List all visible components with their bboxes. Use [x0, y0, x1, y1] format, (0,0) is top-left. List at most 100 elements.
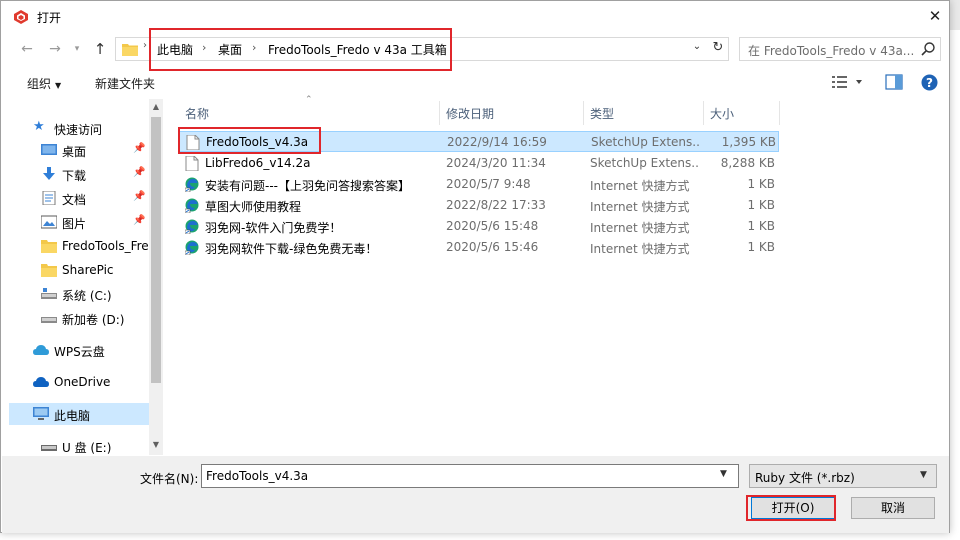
file-row[interactable]: 草图大师使用教程 2022/8/22 17:33 Internet 快捷方式 1… [179, 195, 779, 216]
file-type: Internet 快捷方式 [590, 242, 690, 256]
nav-item-downloads[interactable]: 下载 📌 [9, 163, 149, 185]
back-button[interactable]: ← [19, 39, 35, 59]
file-row[interactable]: FredoTools_v4.3a 2022/9/14 16:59 SketchU… [179, 131, 779, 152]
nav-item-fredotools-folder[interactable]: FredoTools_Fre [9, 235, 149, 257]
nav-item-label: 桌面 [62, 145, 87, 159]
organize-button[interactable]: 组织 ▼ [27, 75, 61, 92]
nav-item-desktop[interactable]: 桌面 📌 [9, 139, 149, 161]
file-row[interactable]: 羽免网软件下载-绿色免费无毒！ 2020/5/6 15:46 Internet … [179, 237, 779, 258]
address-bar[interactable]: › 此电脑 › 桌面 › FredoTools_Fredo v 43a 工具箱 … [115, 37, 729, 61]
nav-item-label: SharePic [62, 263, 114, 277]
new-folder-button[interactable]: 新建文件夹 [95, 75, 155, 92]
file-name: 羽免网-软件入门免费学！ [205, 221, 342, 235]
column-header-type[interactable]: 类型 [590, 105, 614, 122]
nav-item-quick-access[interactable]: ★ 快速访问 [9, 117, 149, 139]
file-size: 8,288 KB [720, 156, 775, 170]
column-divider[interactable] [703, 101, 704, 125]
file-row[interactable]: 安装有问题---【上羽免问答搜索答案】 2020/5/7 9:48 Intern… [179, 174, 779, 195]
breadcrumb-separator[interactable]: › [143, 40, 147, 51]
filename-input[interactable]: FredoTools_v4.3a ▼ [201, 464, 739, 488]
search-icon[interactable] [920, 41, 936, 57]
sort-ascending-icon: ⌃ [305, 95, 313, 105]
document-icon [42, 191, 56, 205]
chevron-down-icon: ▾ [74, 44, 80, 54]
open-button[interactable]: 打开(O) [751, 497, 835, 519]
column-divider[interactable] [439, 101, 440, 125]
file-name: LibFredo6_v14.2a [205, 156, 311, 170]
nav-item-drive-c[interactable]: 系统 (C:) [9, 283, 149, 305]
scrollbar-thumb[interactable] [151, 117, 161, 383]
chevron-down-icon[interactable]: ▼ [720, 469, 727, 479]
folder-icon [41, 240, 57, 253]
arrow-up-icon: ↑ [93, 40, 107, 58]
view-options-icon[interactable] [831, 73, 865, 91]
nav-item-documents[interactable]: 文档 📌 [9, 187, 149, 209]
preview-pane-icon[interactable] [885, 74, 903, 90]
nav-item-drive-d[interactable]: 新加卷 (D:) [9, 307, 149, 329]
recent-locations-button[interactable]: ▾ [71, 39, 83, 59]
pin-icon[interactable]: 📌 [133, 191, 145, 202]
file-icon [185, 156, 199, 171]
column-header-name[interactable]: 名称 [185, 105, 209, 122]
address-history-dropdown[interactable]: ⌄ [690, 41, 704, 52]
refresh-icon[interactable]: ↻ [710, 40, 726, 55]
chevron-down-icon: ▼ [920, 470, 927, 480]
folder-icon [41, 264, 57, 277]
nav-item-label: 新加卷 (D:) [62, 313, 125, 327]
breadcrumb-separator[interactable]: › [202, 41, 206, 54]
file-date: 2022/8/22 17:33 [446, 198, 546, 212]
file-type-filter-select[interactable]: Ruby 文件 (*.rbz) ▼ [749, 464, 937, 488]
breadcrumb-current-folder[interactable]: FredoTools_Fredo v 43a 工具箱 [268, 41, 447, 58]
breadcrumb-desktop[interactable]: 桌面 [218, 41, 242, 58]
file-date: 2024/3/20 11:34 [446, 156, 546, 170]
nav-item-label: 文档 [62, 193, 87, 207]
nav-item-label: 图片 [62, 217, 87, 231]
help-icon[interactable]: ? [921, 74, 938, 91]
filter-value: Ruby 文件 (*.rbz) [755, 471, 855, 485]
nav-item-this-pc[interactable]: 此电脑 [9, 403, 149, 425]
file-row[interactable]: 羽免网-软件入门免费学！ 2020/5/6 15:48 Internet 快捷方… [179, 216, 779, 237]
breadcrumb-separator[interactable]: › [252, 41, 256, 54]
drive-icon [41, 288, 57, 299]
close-button[interactable]: ✕ [921, 5, 949, 29]
column-divider[interactable] [583, 101, 584, 125]
drive-icon [41, 317, 57, 323]
nav-scrollbar[interactable]: ▲ ▼ [149, 99, 163, 455]
open-file-dialog: 打开 ✕ ← → ▾ ↑ › 此电脑 › 桌面 › FredoTools_Fre… [0, 0, 950, 533]
breadcrumb-this-pc[interactable]: 此电脑 [157, 41, 193, 58]
picture-icon [41, 215, 57, 229]
nav-item-sharepic[interactable]: SharePic [9, 259, 149, 281]
nav-item-usb-e[interactable]: U 盘 (E:) [9, 435, 149, 457]
nav-item-wps-cloud[interactable]: WPS云盘 [9, 339, 149, 361]
scroll-down-icon[interactable]: ▼ [149, 437, 163, 453]
organize-label: 组织 [27, 77, 52, 91]
column-divider[interactable] [779, 101, 780, 125]
search-input[interactable]: 在 FredoTools_Fredo v 43a... [739, 37, 941, 61]
onedrive-icon [33, 377, 49, 387]
edge-link-icon [185, 240, 199, 255]
pin-icon[interactable]: 📌 [133, 143, 145, 154]
filename-label: 文件名(N): [140, 472, 199, 486]
nav-item-label: FredoTools_Fre [62, 239, 149, 253]
file-size: 1,395 KB [721, 135, 776, 149]
column-header-date[interactable]: 修改日期 [446, 105, 494, 122]
cancel-button[interactable]: 取消 [851, 497, 935, 519]
pin-icon[interactable]: 📌 [133, 215, 145, 226]
sketchup-icon [14, 10, 28, 24]
column-header-size[interactable]: 大小 [710, 105, 734, 122]
nav-item-label: 系统 (C:) [62, 289, 112, 303]
nav-item-label: OneDrive [54, 375, 111, 389]
nav-item-label: 快速访问 [54, 123, 103, 137]
up-button[interactable]: ↑ [91, 39, 109, 59]
file-date: 2020/5/7 9:48 [446, 177, 531, 191]
nav-item-onedrive[interactable]: OneDrive [9, 371, 149, 393]
file-row[interactable]: LibFredo6_v14.2a 2024/3/20 11:34 SketchU… [179, 153, 779, 174]
file-size: 1 KB [747, 177, 775, 191]
forward-button[interactable]: → [47, 39, 63, 59]
scroll-up-icon[interactable]: ▲ [149, 99, 163, 115]
pin-icon[interactable]: 📌 [133, 167, 145, 178]
caret-down-icon: ▼ [55, 81, 62, 90]
dialog-title: 打开 [37, 11, 62, 25]
file-list: ⌃ 名称 修改日期 类型 大小 FredoTools_v4.3a 2022/9/… [165, 95, 947, 455]
nav-item-pictures[interactable]: 图片 📌 [9, 211, 149, 233]
